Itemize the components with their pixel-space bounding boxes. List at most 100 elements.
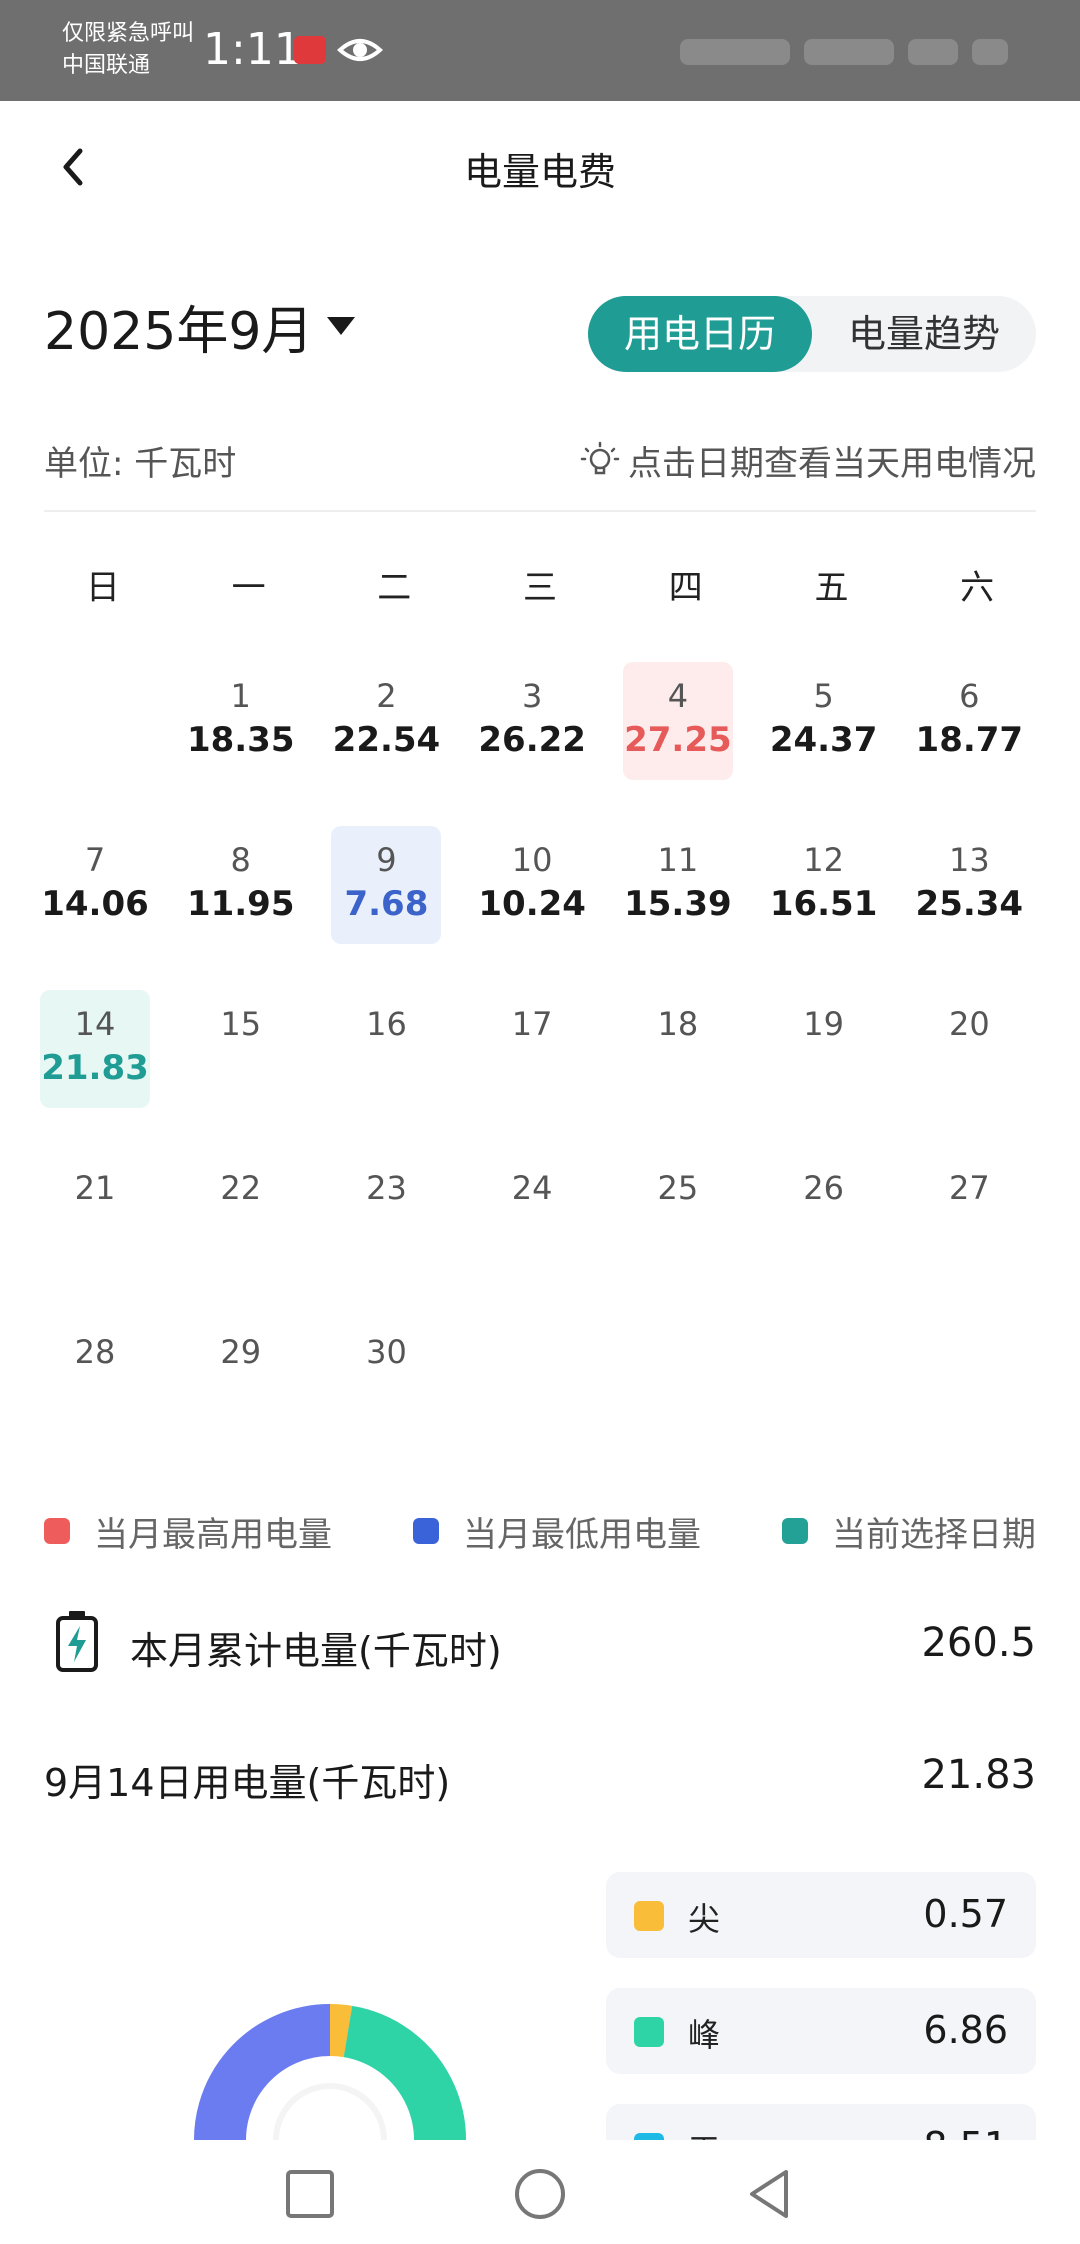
- calendar-day-12[interactable]: 12 16.51: [759, 822, 905, 986]
- day-cell-inner: 28: [40, 1318, 150, 1436]
- day-usage-value: 18.77: [915, 720, 1024, 760]
- calendar-day-24[interactable]: 24: [467, 1150, 613, 1314]
- day-number: 1: [230, 677, 251, 715]
- day-cell-inner: 23: [331, 1154, 441, 1272]
- day-number: 11: [657, 841, 699, 879]
- square-icon[interactable]: [282, 2166, 338, 2222]
- calendar-day-15[interactable]: 15: [176, 986, 322, 1150]
- calendar-day-25[interactable]: 25: [613, 1150, 759, 1314]
- day-usage-value: 26.22: [478, 720, 586, 760]
- calendar-day-29[interactable]: 29: [176, 1314, 322, 1478]
- day-cell-inner: 12 16.51: [769, 826, 879, 944]
- day-cell-inner: 7 14.06: [40, 826, 150, 944]
- calendar-day-22[interactable]: 22: [176, 1150, 322, 1314]
- status-bar: 仅限紧急呼叫 中国联通 1:11: [0, 0, 1080, 101]
- day-usage-value: 27.25: [624, 720, 732, 760]
- day-usage-value: 25.34: [915, 884, 1024, 924]
- carrier-line1: 仅限紧急呼叫: [62, 21, 195, 46]
- calendar-day-26[interactable]: 26: [759, 1150, 905, 1314]
- day-number: 8: [230, 841, 251, 879]
- blurred-indicator: [804, 39, 894, 65]
- calendar-day-20[interactable]: 20: [904, 986, 1050, 1150]
- calendar-day-16[interactable]: 16: [321, 986, 467, 1150]
- donut-segment: [194, 2004, 331, 2140]
- calendar-day-19[interactable]: 19: [759, 986, 905, 1150]
- usage-donut-chart: [194, 2004, 466, 2140]
- calendar-day-6[interactable]: 6 18.77: [904, 658, 1050, 822]
- calendar-day-14[interactable]: 14 21.83: [30, 986, 176, 1150]
- triangle-back-icon[interactable]: [742, 2166, 798, 2222]
- day-cell-inner: 20: [914, 990, 1024, 1108]
- day-number: 14: [74, 1005, 116, 1043]
- legend-item-selected: 当前选择日期: [782, 1506, 1036, 1556]
- calendar-week-row: 21 22 23 24 25 26 27: [30, 1150, 1050, 1314]
- day-cell-inner: 17: [477, 990, 587, 1108]
- day-cell-inner: 18: [623, 990, 733, 1108]
- day-usage-row: 9月14日用电量(千瓦时) 21.83: [44, 1742, 1036, 1814]
- day-number: 10: [511, 841, 553, 879]
- month-selector[interactable]: 2025年9月: [44, 290, 356, 362]
- calendar-empty-cell: [759, 1314, 905, 1478]
- day-number: 5: [813, 677, 834, 715]
- day-cell-inner: 22: [186, 1154, 296, 1272]
- app-notification-icon: [294, 36, 326, 64]
- calendar-day-4[interactable]: 4 27.25: [613, 658, 759, 822]
- weekday-label: 三: [523, 568, 558, 608]
- calendar-day-18[interactable]: 18: [613, 986, 759, 1150]
- month-label: 2025年9月: [44, 301, 314, 362]
- day-number: 2: [376, 677, 397, 715]
- calendar-day-2[interactable]: 2 22.54: [321, 658, 467, 822]
- calendar-day-30[interactable]: 30: [321, 1314, 467, 1478]
- unit-label: 单位: 千瓦时: [44, 444, 237, 484]
- system-nav-bar: [0, 2140, 1080, 2244]
- tab-calendar[interactable]: 用电日历: [588, 296, 812, 372]
- calendar-day-27[interactable]: 27: [904, 1150, 1050, 1314]
- month-total-value: 260.5: [921, 1620, 1036, 1666]
- day-number: 6: [959, 677, 980, 715]
- calendar-day-10[interactable]: 10 10.24: [467, 822, 613, 986]
- day-number: 22: [220, 1169, 262, 1207]
- day-usage-value: 22.54: [332, 720, 441, 760]
- day-number: 3: [521, 677, 543, 715]
- calendar-day-5[interactable]: 5 24.37: [759, 658, 905, 822]
- day-number: 17: [511, 1005, 553, 1043]
- calendar-day-8[interactable]: 8 11.95: [176, 822, 322, 986]
- day-usage-value: 15.39: [624, 884, 732, 924]
- breakdown-value: 6.86: [923, 2008, 1008, 2052]
- calendar-day-3[interactable]: 3 26.22: [467, 658, 613, 822]
- day-usage-value: 21.83: [41, 1048, 149, 1088]
- day-cell-inner: [914, 1318, 1024, 1436]
- status-time: 1:11: [203, 24, 302, 75]
- calendar-day-13[interactable]: 13 25.34: [904, 822, 1050, 986]
- day-cell-inner: 3 26.22: [477, 662, 587, 780]
- calendar-day-23[interactable]: 23: [321, 1150, 467, 1314]
- breakdown-item-peak: 峰 6.86: [606, 1988, 1036, 2074]
- day-usage-value: 11.95: [186, 884, 295, 924]
- day-usage-value: 18.35: [186, 720, 295, 760]
- bulb-icon: [580, 441, 620, 474]
- calendar-day-21[interactable]: 21: [30, 1150, 176, 1314]
- legend-label: 当前选择日期: [832, 1514, 1036, 1555]
- calendar-empty-cell: [904, 1314, 1050, 1478]
- day-cell-inner: 16: [331, 990, 441, 1108]
- donut-inner-ring: [273, 2083, 387, 2140]
- calendar-day-28[interactable]: 28: [30, 1314, 176, 1478]
- battery-charging-icon: [56, 1611, 98, 1672]
- tab-trend[interactable]: 电量趋势: [812, 296, 1036, 372]
- calendar-day-11[interactable]: 11 15.39: [613, 822, 759, 986]
- calendar-day-1[interactable]: 1 18.35: [176, 658, 322, 822]
- calendar-day-7[interactable]: 7 14.06: [30, 822, 176, 986]
- weekday-label: 四: [668, 568, 703, 608]
- day-cell-inner: [769, 1318, 879, 1436]
- day-number: 15: [220, 1005, 262, 1043]
- circle-icon[interactable]: [512, 2166, 568, 2222]
- calendar-day-17[interactable]: 17: [467, 986, 613, 1150]
- calendar-grid: 1 18.35 2 22.54 3 26.22 4 27.25 5 24.37 6 18.77 7 14.…: [30, 658, 1050, 1478]
- divider: [44, 510, 1036, 512]
- day-number: 24: [511, 1169, 553, 1207]
- day-number: 13: [948, 841, 990, 879]
- day-number: 7: [84, 841, 106, 879]
- calendar-day-9[interactable]: 9 7.68: [321, 822, 467, 986]
- day-number: 30: [366, 1333, 407, 1371]
- day-cell-inner: [40, 662, 150, 780]
